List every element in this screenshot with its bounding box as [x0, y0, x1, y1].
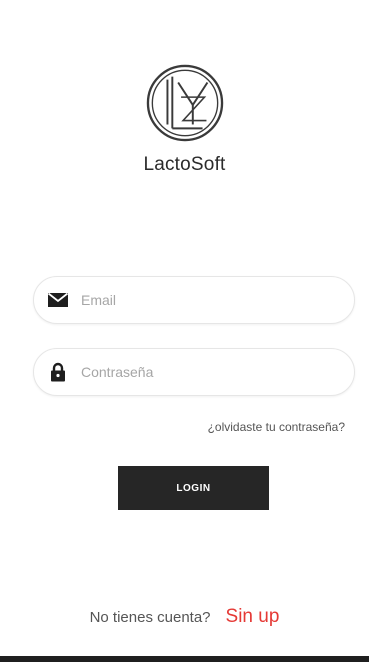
password-input[interactable] — [81, 349, 354, 395]
lock-icon — [47, 361, 69, 383]
login-button[interactable]: LOGIN — [118, 466, 269, 510]
email-field[interactable] — [33, 276, 355, 324]
forgot-password-link[interactable]: ¿olvidaste tu contraseña? — [208, 420, 345, 434]
signup-prompt: No tienes cuenta? — [89, 609, 211, 626]
lactosoft-logo — [146, 64, 224, 142]
signup-row: No tienes cuenta? Sin up — [0, 606, 369, 628]
email-input[interactable] — [81, 277, 354, 323]
bottom-bar — [0, 656, 369, 662]
password-field[interactable] — [33, 348, 355, 396]
login-screen: LactoSoft ¿olvidaste tu contraseña? LOGI… — [0, 0, 369, 662]
envelope-icon — [47, 289, 69, 311]
signup-link[interactable]: Sin up — [226, 606, 280, 628]
app-name: LactoSoft — [143, 154, 226, 175]
